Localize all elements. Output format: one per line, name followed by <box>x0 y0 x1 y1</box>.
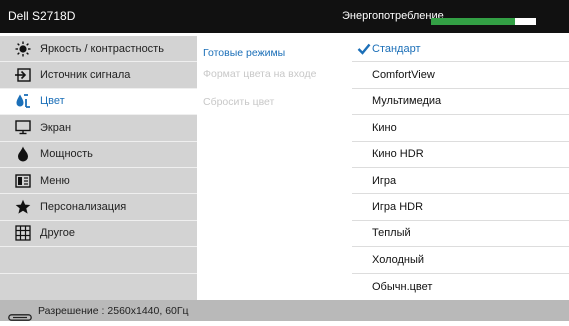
sidebar-item-power[interactable]: Мощность <box>0 142 197 168</box>
preset-option-cool[interactable]: Холодный <box>352 247 569 274</box>
other-icon <box>14 225 32 242</box>
osd-header: Dell S2718D Энергопотребление <box>0 0 569 33</box>
sidebar-item-label: Другое <box>40 227 75 240</box>
cable-icon <box>8 308 32 326</box>
preset-label: Кино HDR <box>372 148 424 161</box>
sidebar-item-label: Источник сигнала <box>40 69 131 82</box>
preset-label: Стандарт <box>372 42 421 55</box>
power-icon <box>14 146 32 162</box>
energy-meter-fill <box>431 18 515 25</box>
preset-label: ComfortView <box>372 69 435 82</box>
reset-color-option[interactable]: Сбросить цвет <box>203 96 274 108</box>
color-icon <box>14 93 32 109</box>
color-submenu: Готовые режимы Формат цвета на входе Сбр… <box>197 36 352 300</box>
energy-consumption-label: Энергопотребление <box>342 10 444 22</box>
preset-modes-list: Стандарт ComfortView Мультимедиа Кино Ки… <box>352 36 569 300</box>
sidebar-item-label: Яркость / контрастность <box>40 42 164 55</box>
preset-label: Холодный <box>372 253 425 266</box>
sidebar-item-menu[interactable]: Меню <box>0 168 197 195</box>
sidebar-item-label: Цвет <box>40 95 65 108</box>
status-bar: Разрешение : 2560x1440, 60Гц <box>0 300 569 321</box>
preset-label: Игра HDR <box>372 201 424 214</box>
sidebar-item-display[interactable]: Экран <box>0 115 197 142</box>
preset-option-movie[interactable]: Кино <box>352 115 569 142</box>
preset-option-movie-hdr[interactable]: Кино HDR <box>352 142 569 168</box>
preset-option-warm[interactable]: Теплый <box>352 221 569 248</box>
preset-label: Мультимедиа <box>372 95 442 108</box>
monitor-osd: Dell S2718D Энергопотребление Яркость / … <box>0 0 569 321</box>
preset-option-multimedia[interactable]: Мультимедиа <box>352 89 569 116</box>
sidebar-item-other[interactable]: Другое <box>0 221 197 248</box>
sidebar-item-label: Персонализация <box>40 201 127 214</box>
energy-meter <box>431 18 536 25</box>
input-source-icon <box>14 67 32 83</box>
sidebar-item-label: Меню <box>40 174 70 187</box>
sidebar-item-brightness-contrast[interactable]: Яркость / контрастность <box>0 36 197 63</box>
preset-option-game[interactable]: Игра <box>352 168 569 195</box>
main-menu: Яркость / контрастность Источник сигнала <box>0 36 197 300</box>
resolution-status: Разрешение : 2560x1440, 60Гц <box>38 305 189 317</box>
display-icon <box>14 120 32 136</box>
sidebar-item-personalize[interactable]: Персонализация <box>0 194 197 221</box>
preset-option-standard[interactable]: Стандарт <box>352 36 569 63</box>
monitor-model: Dell S2718D <box>8 9 76 23</box>
sidebar-empty-row <box>0 274 197 300</box>
preset-option-game-hdr[interactable]: Игра HDR <box>352 194 569 221</box>
brightness-icon <box>14 41 32 57</box>
preset-label: Обычн.цвет <box>372 280 433 293</box>
sidebar-item-label: Экран <box>40 121 72 134</box>
checkmark-icon <box>352 43 371 55</box>
preset-label: Игра <box>372 174 397 187</box>
menu-icon <box>14 173 32 189</box>
sidebar-item-label: Мощность <box>40 148 93 161</box>
preset-option-comfortview[interactable]: ComfortView <box>352 62 569 89</box>
sidebar-empty-row <box>0 247 197 274</box>
preset-label: Теплый <box>372 227 411 240</box>
sidebar-item-input-source[interactable]: Источник сигнала <box>0 62 197 89</box>
preset-option-custom-color[interactable]: Обычн.цвет <box>352 274 569 300</box>
preset-label: Кино <box>372 121 397 134</box>
preset-modes-option[interactable]: Готовые режимы <box>203 47 285 59</box>
star-icon <box>14 199 32 215</box>
input-color-format-option[interactable]: Формат цвета на входе <box>203 68 316 80</box>
sidebar-item-color[interactable]: Цвет <box>0 88 197 116</box>
